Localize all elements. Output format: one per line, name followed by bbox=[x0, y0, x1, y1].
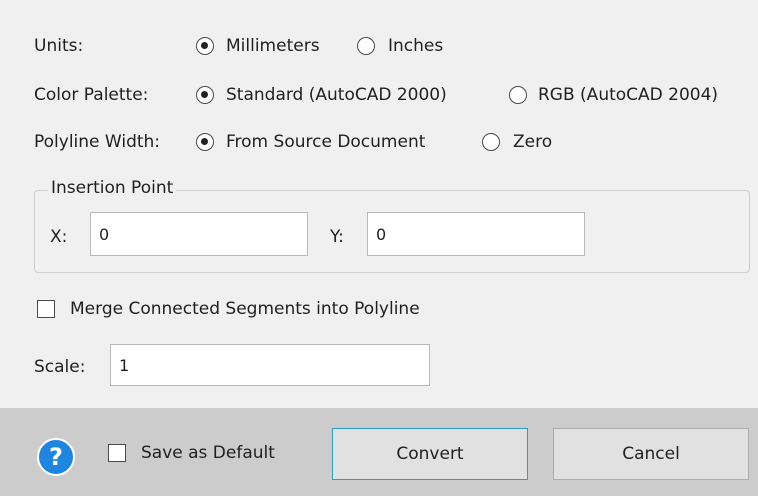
polyline-width-zero-label[interactable]: Zero bbox=[513, 132, 552, 152]
polyline-width-label: Polyline Width: bbox=[34, 132, 161, 152]
scale-input[interactable] bbox=[110, 344, 430, 386]
color-palette-rgb-label[interactable]: RGB (AutoCAD 2004) bbox=[538, 85, 718, 105]
convert-button[interactable]: Convert bbox=[332, 428, 528, 480]
units-millimeters-label[interactable]: Millimeters bbox=[226, 36, 320, 56]
color-palette-rgb-radio[interactable] bbox=[509, 86, 527, 104]
units-millimeters-radio[interactable] bbox=[196, 37, 214, 55]
polyline-width-source-label[interactable]: From Source Document bbox=[226, 132, 425, 152]
color-palette-standard-label[interactable]: Standard (AutoCAD 2000) bbox=[226, 85, 447, 105]
help-icon[interactable]: ? bbox=[37, 438, 75, 476]
merge-segments-label[interactable]: Merge Connected Segments into Polyline bbox=[70, 299, 420, 319]
polyline-width-source-radio[interactable] bbox=[196, 133, 214, 151]
save-default-label[interactable]: Save as Default bbox=[141, 443, 275, 463]
scale-label: Scale: bbox=[34, 357, 86, 377]
save-default-checkbox[interactable] bbox=[108, 444, 126, 462]
color-palette-label: Color Palette: bbox=[34, 85, 149, 105]
polyline-width-zero-radio[interactable] bbox=[482, 133, 500, 151]
units-label: Units: bbox=[34, 36, 84, 56]
color-palette-standard-radio[interactable] bbox=[196, 86, 214, 104]
merge-segments-checkbox[interactable] bbox=[37, 300, 55, 318]
insertion-y-input[interactable] bbox=[367, 212, 585, 256]
units-inches-radio[interactable] bbox=[357, 37, 375, 55]
insertion-y-label: Y: bbox=[330, 227, 344, 247]
cancel-button[interactable]: Cancel bbox=[553, 428, 749, 480]
insertion-point-title: Insertion Point bbox=[48, 178, 177, 198]
insertion-x-label: X: bbox=[50, 227, 68, 247]
insertion-x-input[interactable] bbox=[90, 212, 308, 256]
units-inches-label[interactable]: Inches bbox=[388, 36, 443, 56]
